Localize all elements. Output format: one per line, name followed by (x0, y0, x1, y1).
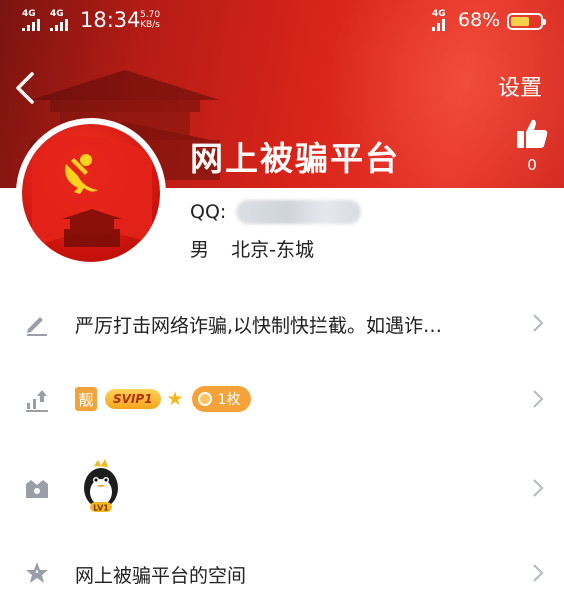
badge-group: 靓 SVIP1 ★ 1枚 (75, 386, 251, 412)
mobile-data-icon: 4G (432, 10, 446, 31)
network-speed: 5.70 KB/s (140, 10, 160, 30)
space-text: 网上被骗平台的空间 (75, 565, 247, 587)
status-bar: 4G 4G 18:34 5.70 KB/s 4G 68% (0, 0, 564, 44)
chevron-right-icon (533, 314, 544, 332)
gender: 男 (190, 239, 210, 261)
signature-text: 严厉打击网络诈骗,以快制快拦截。如遇诈… (75, 315, 443, 337)
gift-box-icon (26, 480, 48, 498)
chevron-right-icon (533, 564, 544, 582)
svip-badge: SVIP1 (105, 389, 161, 409)
qq-label: QQ: (190, 201, 227, 223)
clock: 18:34 (80, 8, 141, 32)
edit-pencil-icon (27, 317, 47, 336)
upload-level-icon (26, 390, 48, 412)
chevron-right-icon (533, 479, 544, 497)
level-row[interactable]: 靓 SVIP1 ★ 1枚 (0, 376, 564, 422)
profile-nickname: 网上被骗平台 (190, 139, 400, 178)
qq-number-line: QQ: (190, 200, 362, 224)
location: 北京-东城 (231, 239, 314, 261)
star-space-icon (26, 562, 48, 583)
flag-avatar-image (22, 124, 160, 262)
coin-badge: 1枚 (191, 386, 251, 412)
coin-icon (197, 392, 212, 406)
chevron-left-icon[interactable] (12, 70, 40, 106)
speed-unit: KB/s (140, 20, 160, 30)
signal-strength-icon: 4G (22, 10, 40, 31)
qq-penguin-icon: LV1 (84, 459, 118, 513)
coin-label: 1枚 (217, 392, 241, 408)
pet-level-label: LV1 (93, 504, 109, 513)
signal-strength-icon: 4G (50, 10, 68, 31)
pet-row[interactable]: LV1 (0, 456, 564, 520)
settings-button[interactable]: 设置 (498, 70, 542, 102)
battery-icon (507, 13, 546, 30)
gender-location-line: 男 北京-东城 (190, 235, 314, 262)
avatar[interactable] (16, 118, 166, 268)
signal-2-label: 4G (50, 9, 64, 19)
like-count: 0 (527, 156, 537, 174)
star-icon: ★ (166, 388, 184, 410)
speed-value: 5.70 (140, 10, 161, 20)
jing-badge: 靓 (75, 387, 97, 411)
chevron-right-icon (533, 390, 544, 408)
qq-number-redacted (236, 200, 362, 224)
signal-1-label: 4G (22, 9, 36, 19)
network-label: 4G (432, 9, 446, 19)
space-row[interactable]: 网上被骗平台的空间 (0, 550, 564, 596)
like-button[interactable]: 0 (512, 118, 552, 174)
battery-percent: 68% (458, 9, 501, 31)
thumbs-up-icon (517, 119, 548, 148)
signature-row[interactable]: 严厉打击网络诈骗,以快制快拦截。如遇诈… (0, 300, 564, 346)
